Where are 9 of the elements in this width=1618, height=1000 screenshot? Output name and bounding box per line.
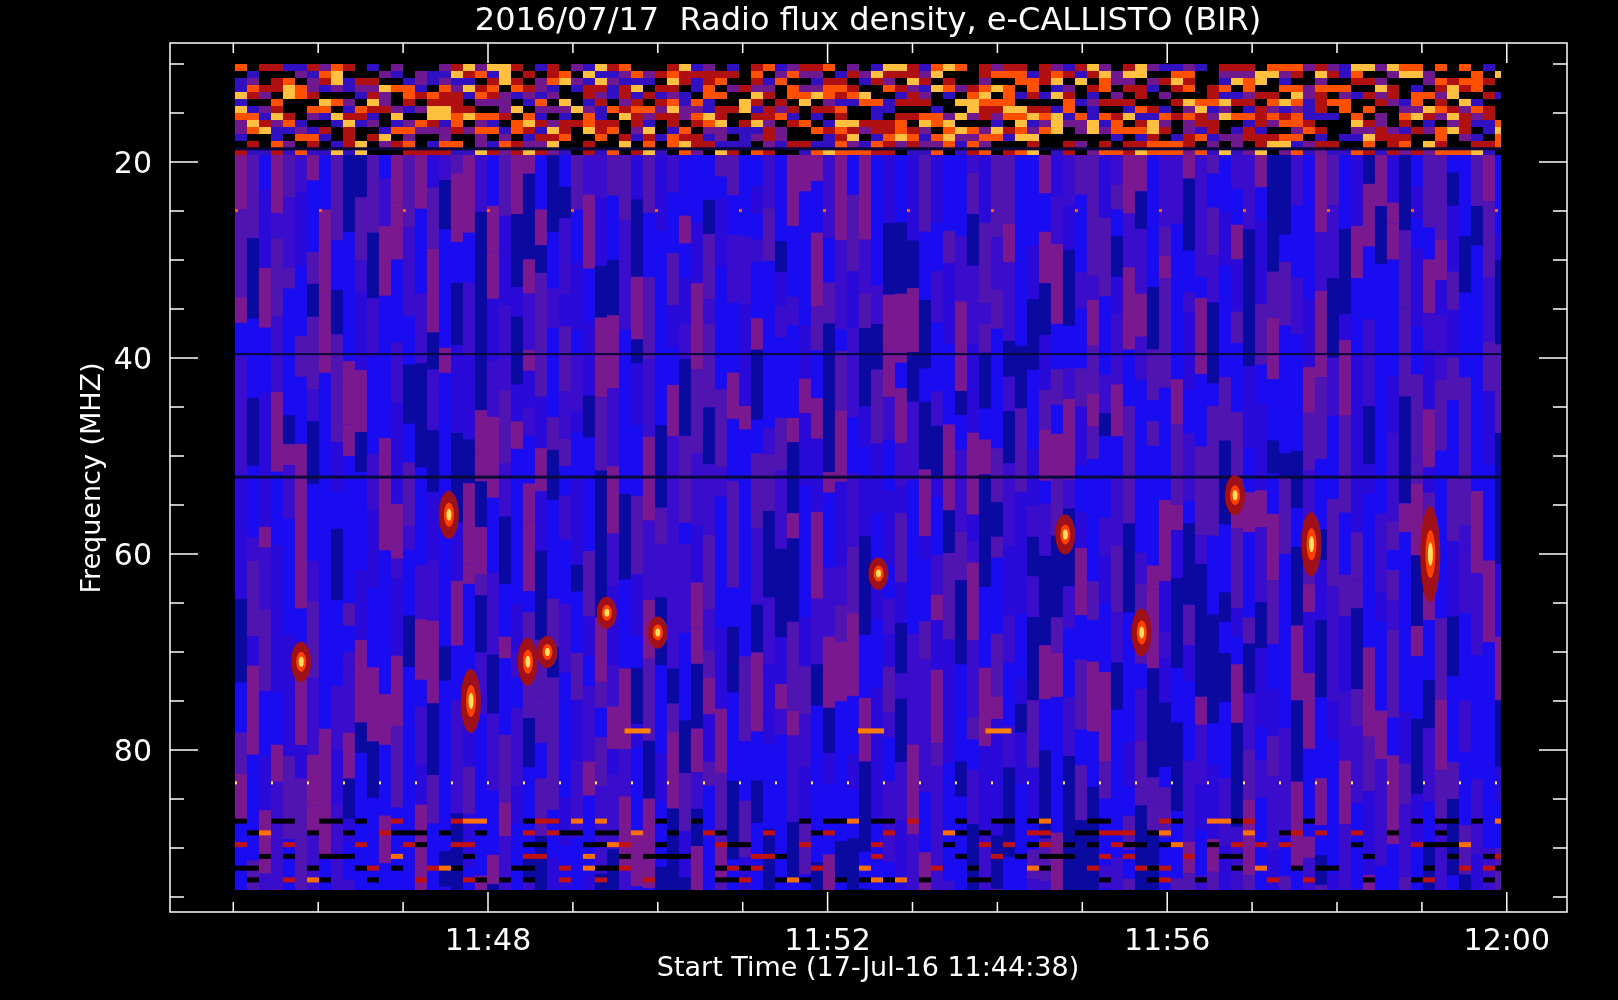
tick-label: 60 — [113, 537, 152, 572]
axis-title: Frequency (MHZ) — [75, 362, 106, 594]
tick-label: 11:56 — [1123, 922, 1211, 957]
tick-label: 12:00 — [1463, 922, 1551, 957]
tick-label: 40 — [113, 341, 152, 376]
tick-label: 20 — [113, 145, 152, 180]
chart-title: 2016/07/17 Radio flux density, e-CALLISTO (BIR) — [474, 0, 1262, 38]
tick-label: 80 — [113, 733, 152, 768]
tick-label: 11:48 — [444, 922, 532, 957]
